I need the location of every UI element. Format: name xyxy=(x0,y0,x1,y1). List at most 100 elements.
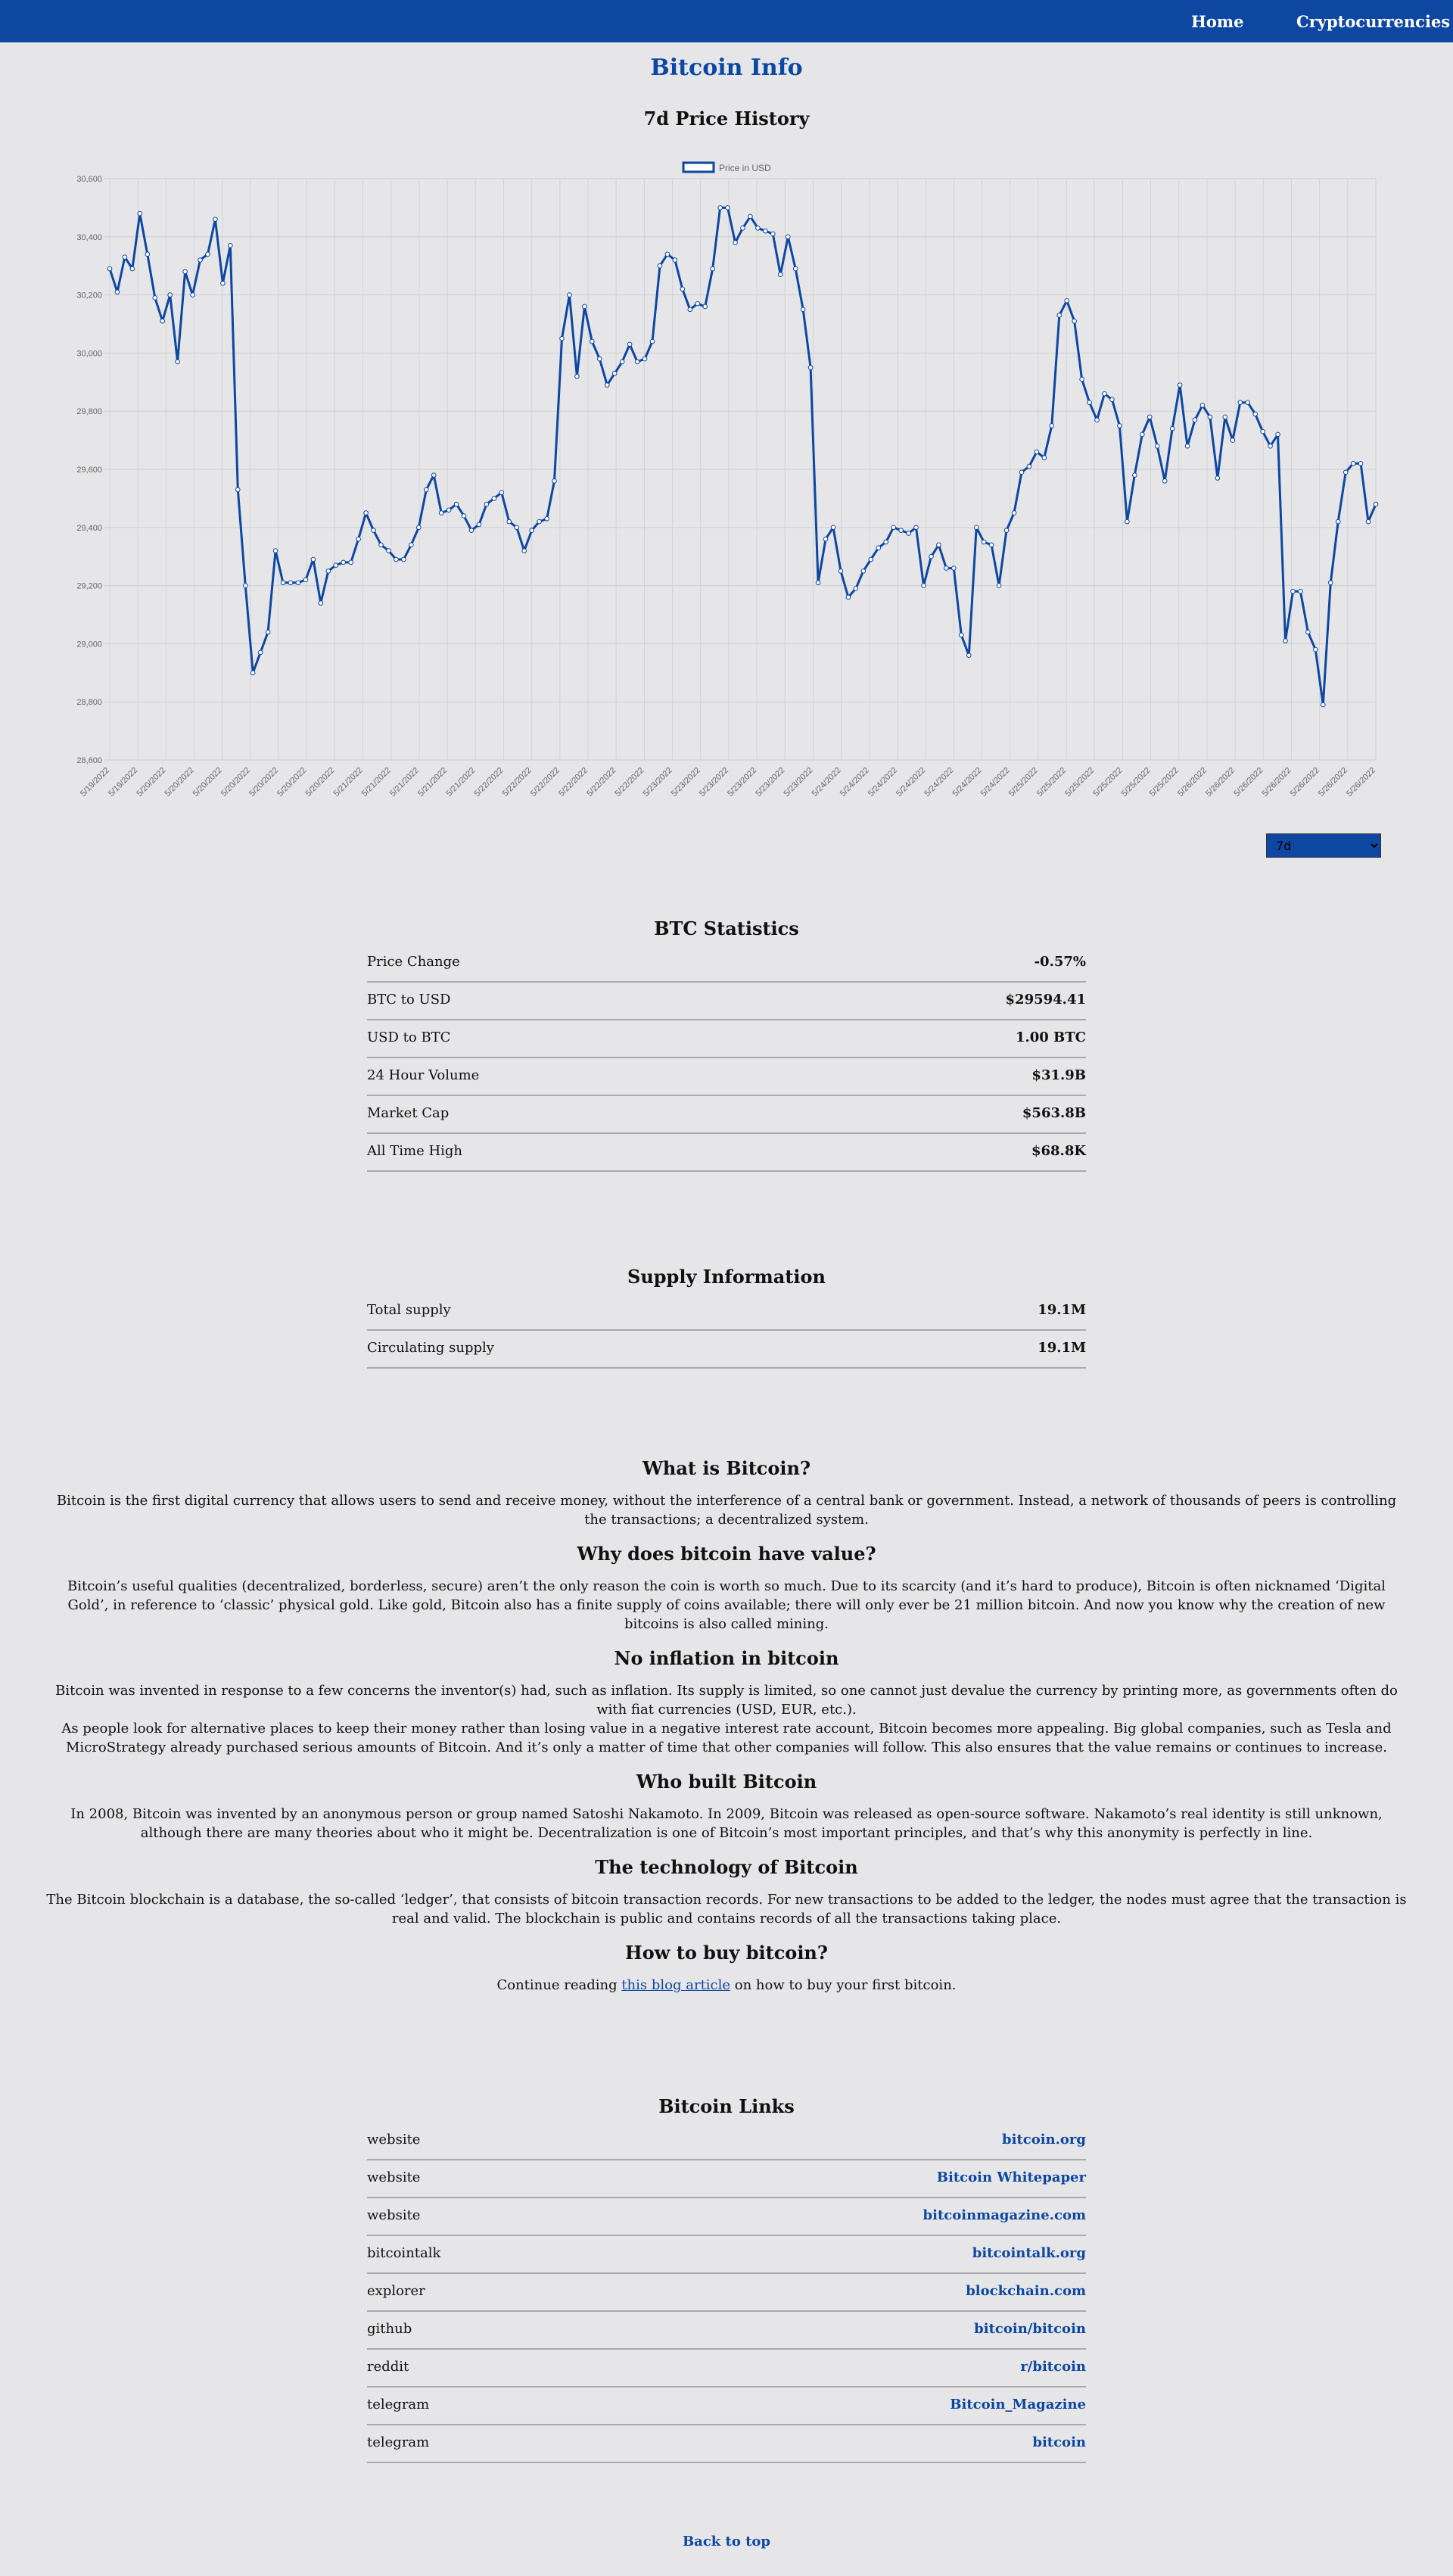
data-point[interactable] xyxy=(657,263,663,269)
data-point[interactable] xyxy=(770,231,776,237)
data-point[interactable] xyxy=(167,292,173,297)
link-telegram-magazine[interactable]: Bitcoin_Magazine xyxy=(950,2397,1086,2412)
data-point[interactable] xyxy=(687,307,693,313)
data-point[interactable] xyxy=(378,542,384,548)
data-point[interactable] xyxy=(152,295,158,301)
data-point[interactable] xyxy=(680,286,686,292)
data-point[interactable] xyxy=(1026,463,1032,469)
data-point[interactable] xyxy=(981,539,987,545)
nav-cryptocurrencies-link[interactable]: Cryptocurrencies xyxy=(1296,12,1450,31)
data-point[interactable] xyxy=(830,525,836,531)
data-point[interactable] xyxy=(823,536,829,542)
data-point[interactable] xyxy=(1125,519,1130,525)
data-point[interactable] xyxy=(198,257,203,263)
data-point[interactable] xyxy=(1252,411,1258,417)
data-point[interactable] xyxy=(1011,510,1017,516)
data-point[interactable] xyxy=(1350,461,1356,466)
data-point[interactable] xyxy=(145,251,151,257)
data-point[interactable] xyxy=(800,307,806,313)
data-point[interactable] xyxy=(160,318,166,324)
data-point[interactable] xyxy=(717,205,723,210)
data-point[interactable] xyxy=(619,359,625,365)
data-point[interactable] xyxy=(876,545,882,550)
data-point[interactable] xyxy=(265,629,271,635)
data-point[interactable] xyxy=(1072,318,1077,324)
data-point[interactable] xyxy=(1132,472,1137,478)
data-point[interactable] xyxy=(363,510,369,516)
data-point[interactable] xyxy=(1079,376,1084,382)
data-point[interactable] xyxy=(394,556,399,562)
data-point[interactable] xyxy=(898,528,904,533)
data-point[interactable] xyxy=(1056,313,1063,318)
data-point[interactable] xyxy=(1184,443,1190,449)
link-whitepaper[interactable]: Bitcoin Whitepaper xyxy=(937,2170,1086,2185)
data-point[interactable] xyxy=(596,356,602,362)
data-point[interactable] xyxy=(1268,443,1273,449)
data-point[interactable] xyxy=(815,580,821,586)
data-point[interactable] xyxy=(755,225,761,231)
data-point[interactable] xyxy=(1275,431,1280,438)
data-point[interactable] xyxy=(1041,455,1047,460)
data-point[interactable] xyxy=(807,365,814,370)
data-point[interactable] xyxy=(114,289,120,295)
link-blockchain[interactable]: blockchain.com xyxy=(966,2283,1086,2299)
data-point[interactable] xyxy=(409,542,414,548)
data-point[interactable] xyxy=(371,528,376,533)
data-point[interactable] xyxy=(182,269,188,275)
data-point[interactable] xyxy=(213,216,218,223)
data-point[interactable] xyxy=(1169,425,1175,431)
data-point[interactable] xyxy=(702,304,708,310)
data-point[interactable] xyxy=(544,516,549,522)
data-point[interactable] xyxy=(792,266,798,272)
data-point[interactable] xyxy=(672,257,678,263)
data-point[interactable] xyxy=(235,487,241,493)
data-point[interactable] xyxy=(461,513,467,519)
link-reddit[interactable]: r/bitcoin xyxy=(1020,2359,1086,2375)
data-point[interactable] xyxy=(250,670,256,676)
data-point[interactable] xyxy=(529,528,534,533)
data-point[interactable] xyxy=(1290,588,1296,594)
data-point[interactable] xyxy=(1207,414,1213,420)
data-point[interactable] xyxy=(257,649,263,656)
data-point[interactable] xyxy=(740,225,745,231)
data-point[interactable] xyxy=(491,496,497,501)
link-bitcoin-org[interactable]: bitcoin.org xyxy=(1002,2132,1086,2148)
data-point[interactable] xyxy=(1215,475,1221,481)
data-point[interactable] xyxy=(446,507,452,513)
data-point[interactable] xyxy=(552,478,557,484)
data-point[interactable] xyxy=(386,548,391,553)
data-point[interactable] xyxy=(341,559,347,565)
data-point[interactable] xyxy=(951,565,957,571)
data-point[interactable] xyxy=(966,653,972,659)
data-point[interactable] xyxy=(1335,519,1341,525)
data-point[interactable] xyxy=(484,501,490,507)
data-point[interactable] xyxy=(1162,478,1168,484)
data-point[interactable] xyxy=(936,542,941,548)
data-point[interactable] xyxy=(1147,414,1153,420)
legend-swatch[interactable] xyxy=(682,161,715,173)
data-point[interactable] xyxy=(1102,391,1107,397)
data-point[interactable] xyxy=(1177,382,1183,388)
data-point[interactable] xyxy=(590,338,595,344)
data-point[interactable] xyxy=(777,272,783,278)
data-point[interactable] xyxy=(725,205,730,210)
data-point[interactable] xyxy=(891,525,896,531)
period-select[interactable]: 7d xyxy=(1266,833,1381,858)
data-point[interactable] xyxy=(1245,400,1251,405)
legend-label[interactable]: Price in USD xyxy=(719,163,771,173)
data-point[interactable] xyxy=(1305,629,1311,635)
data-point[interactable] xyxy=(1230,438,1236,443)
data-point[interactable] xyxy=(1358,461,1364,466)
data-point[interactable] xyxy=(1199,403,1206,408)
link-github[interactable]: bitcoin/bitcoin xyxy=(974,2321,1086,2337)
data-point[interactable] xyxy=(582,304,587,310)
data-point[interactable] xyxy=(280,580,286,586)
data-point[interactable] xyxy=(996,583,1002,588)
data-point[interactable] xyxy=(288,580,294,586)
data-point[interactable] xyxy=(318,600,324,606)
data-point[interactable] xyxy=(220,280,226,286)
data-point[interactable] xyxy=(348,559,353,565)
data-point[interactable] xyxy=(649,338,655,344)
data-point[interactable] xyxy=(853,586,859,591)
data-point[interactable] xyxy=(913,525,919,531)
